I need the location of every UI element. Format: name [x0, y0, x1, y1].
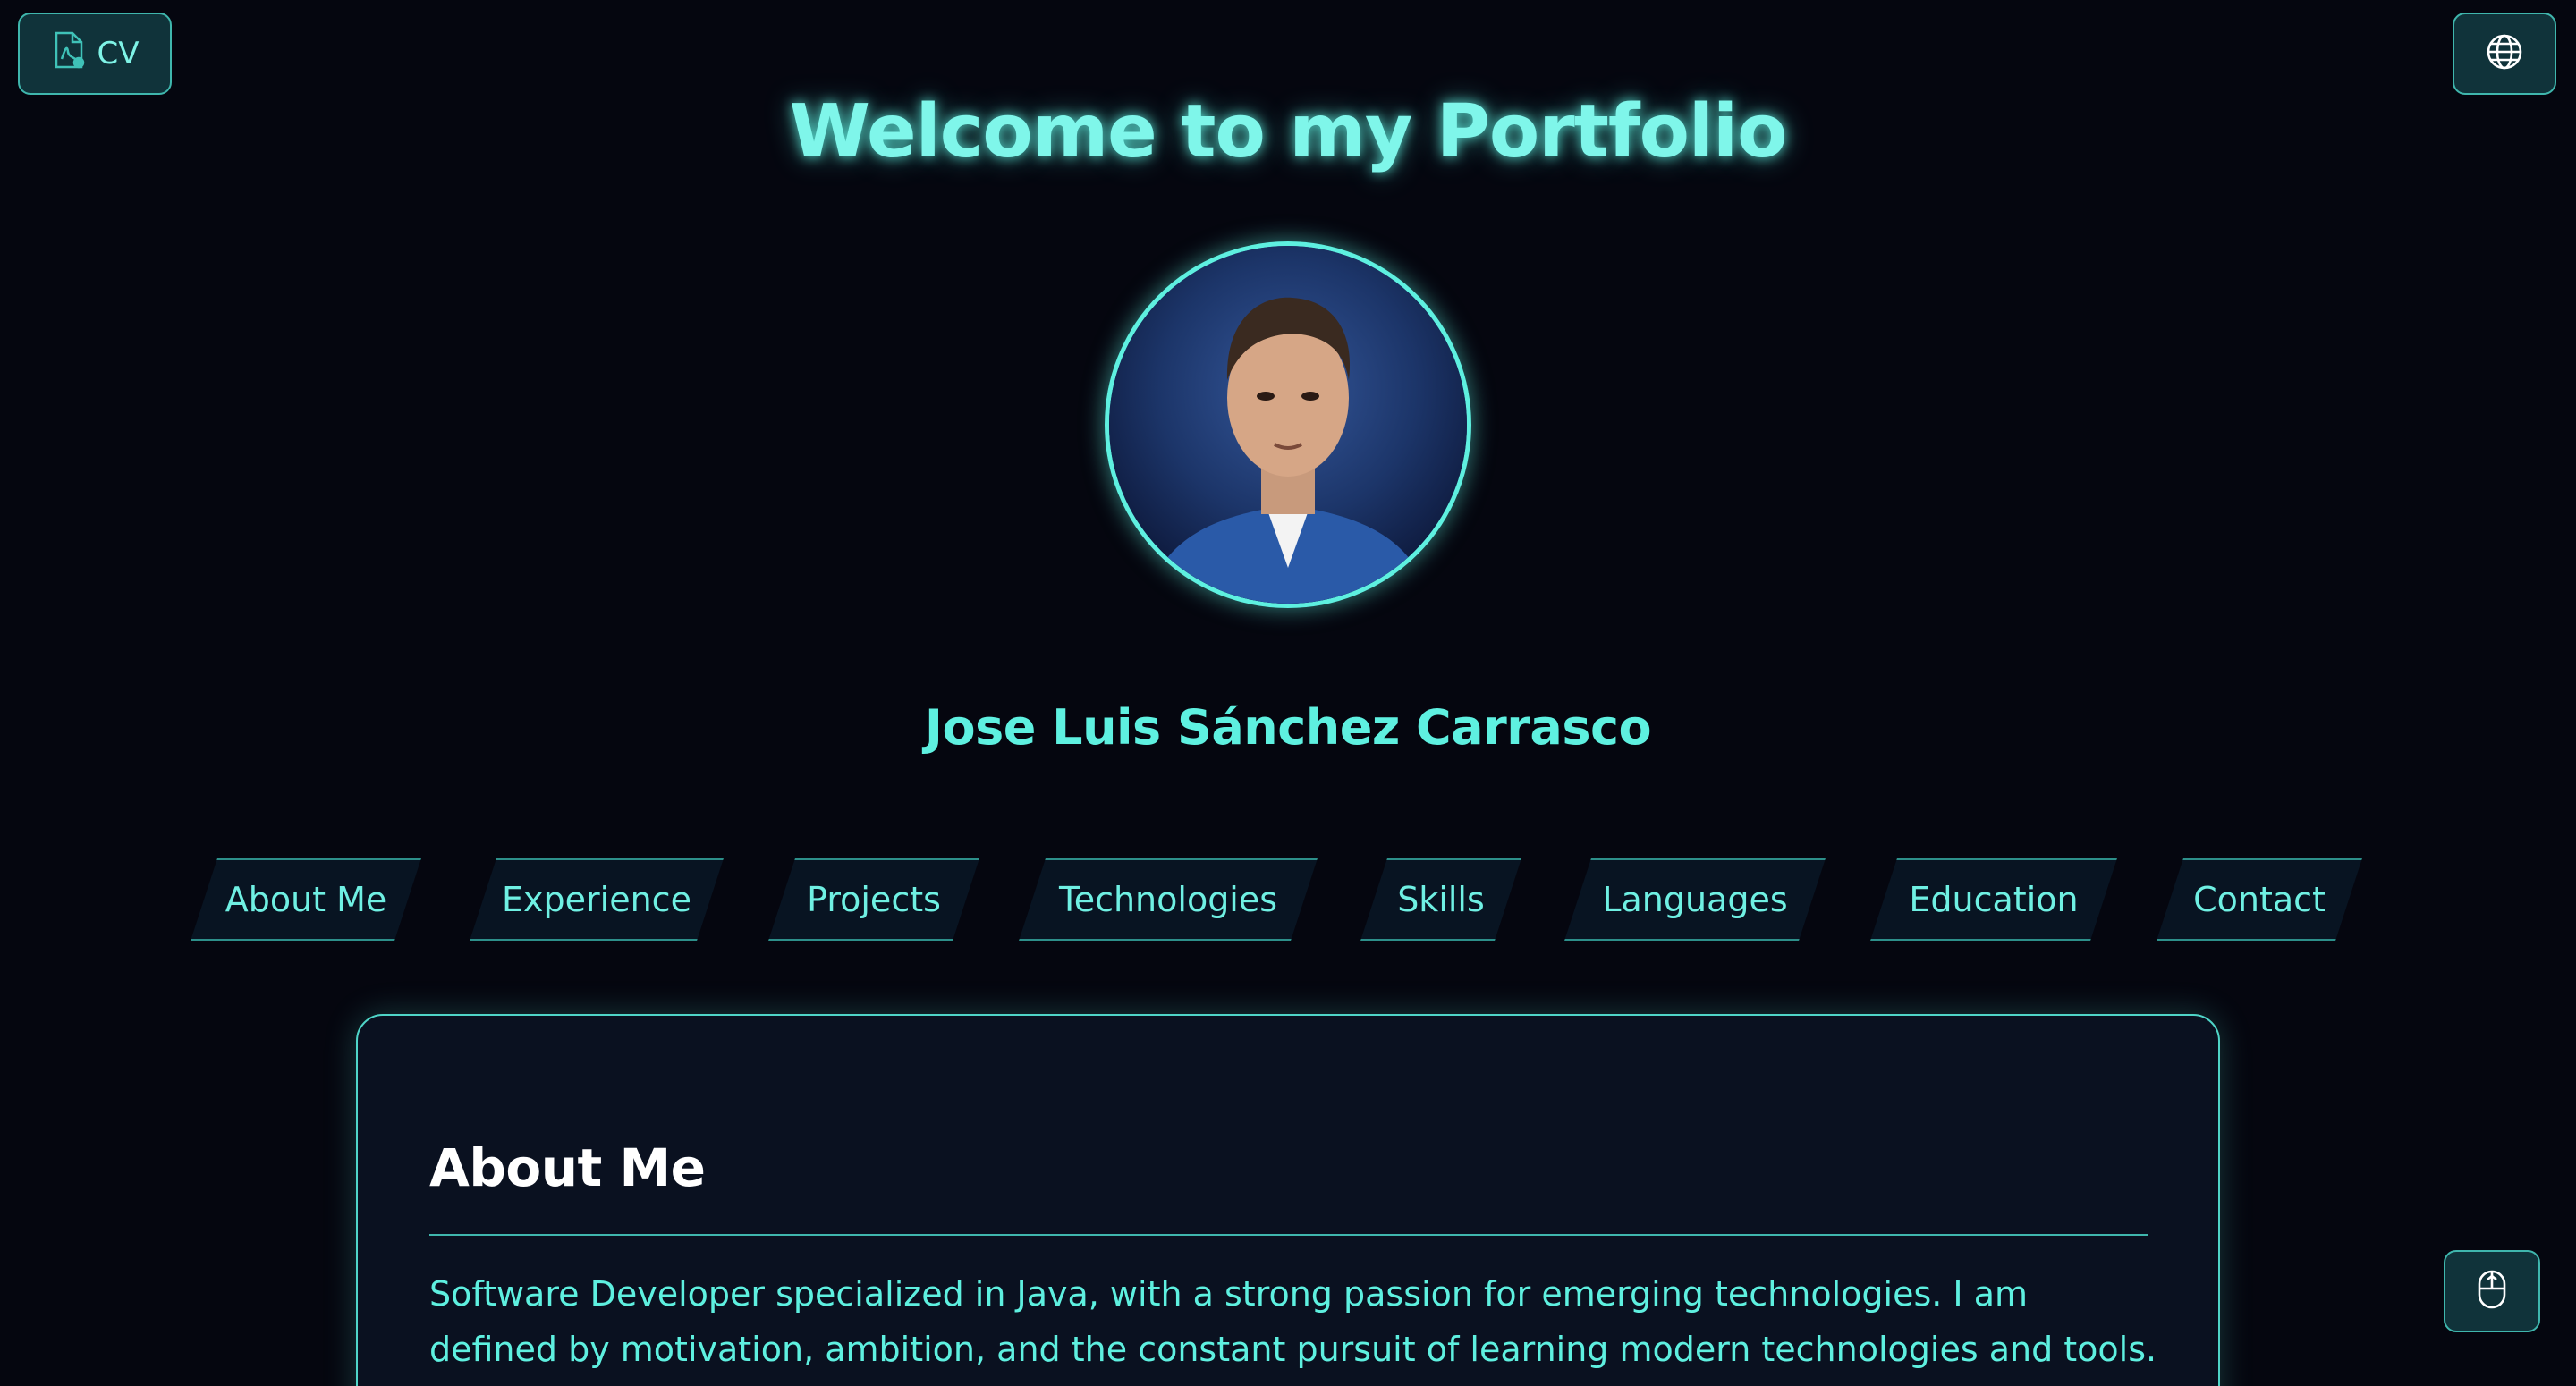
nav-item-skills[interactable]: Skills: [1374, 858, 1508, 941]
nav-item-label: Skills: [1397, 880, 1485, 919]
nav-item-label: Experience: [502, 880, 691, 919]
nav-item-label: About Me: [225, 880, 387, 919]
nav-item-experience[interactable]: Experience: [483, 858, 710, 941]
nav-item-languages[interactable]: Languages: [1578, 858, 1812, 941]
owner-name: Jose Luis Sánchez Carrasco: [924, 699, 1652, 756]
pdf-file-icon: [51, 30, 87, 78]
language-switch-button[interactable]: [2453, 13, 2556, 95]
page-title: Welcome to my Portfolio: [789, 89, 1788, 174]
nav-item-label: Languages: [1602, 880, 1788, 919]
nav-item-technologies[interactable]: Technologies: [1032, 858, 1304, 941]
profile-photo: [1105, 241, 1471, 608]
nav-item-label: Projects: [807, 880, 941, 919]
nav-item-contact[interactable]: Contact: [2170, 858, 2349, 941]
about-me-heading: About Me: [429, 1137, 706, 1198]
mouse-scroll-icon: [2477, 1269, 2507, 1314]
globe-icon: [2485, 32, 2524, 75]
about-me-card: About Me Software Developer specialized …: [356, 1014, 2220, 1386]
nav-item-label: Education: [1909, 880, 2079, 919]
section-nav: About Me Experience Projects Technologie…: [0, 858, 2576, 941]
nav-item-education[interactable]: Education: [1884, 858, 2104, 941]
cv-label: CV: [97, 36, 140, 72]
portfolio-page: CV Welcome to my Portfolio Jose Luis Sán…: [0, 0, 2576, 1386]
cv-download-button[interactable]: CV: [18, 13, 172, 95]
nav-item-about-me[interactable]: About Me: [204, 858, 408, 941]
about-me-text: Software Developer specialized in Java, …: [429, 1274, 2157, 1386]
nav-item-projects[interactable]: Projects: [782, 858, 966, 941]
scroll-button[interactable]: [2444, 1250, 2540, 1332]
section-divider: [429, 1234, 2148, 1236]
nav-item-label: Contact: [2193, 880, 2326, 919]
nav-item-label: Technologies: [1058, 880, 1278, 919]
